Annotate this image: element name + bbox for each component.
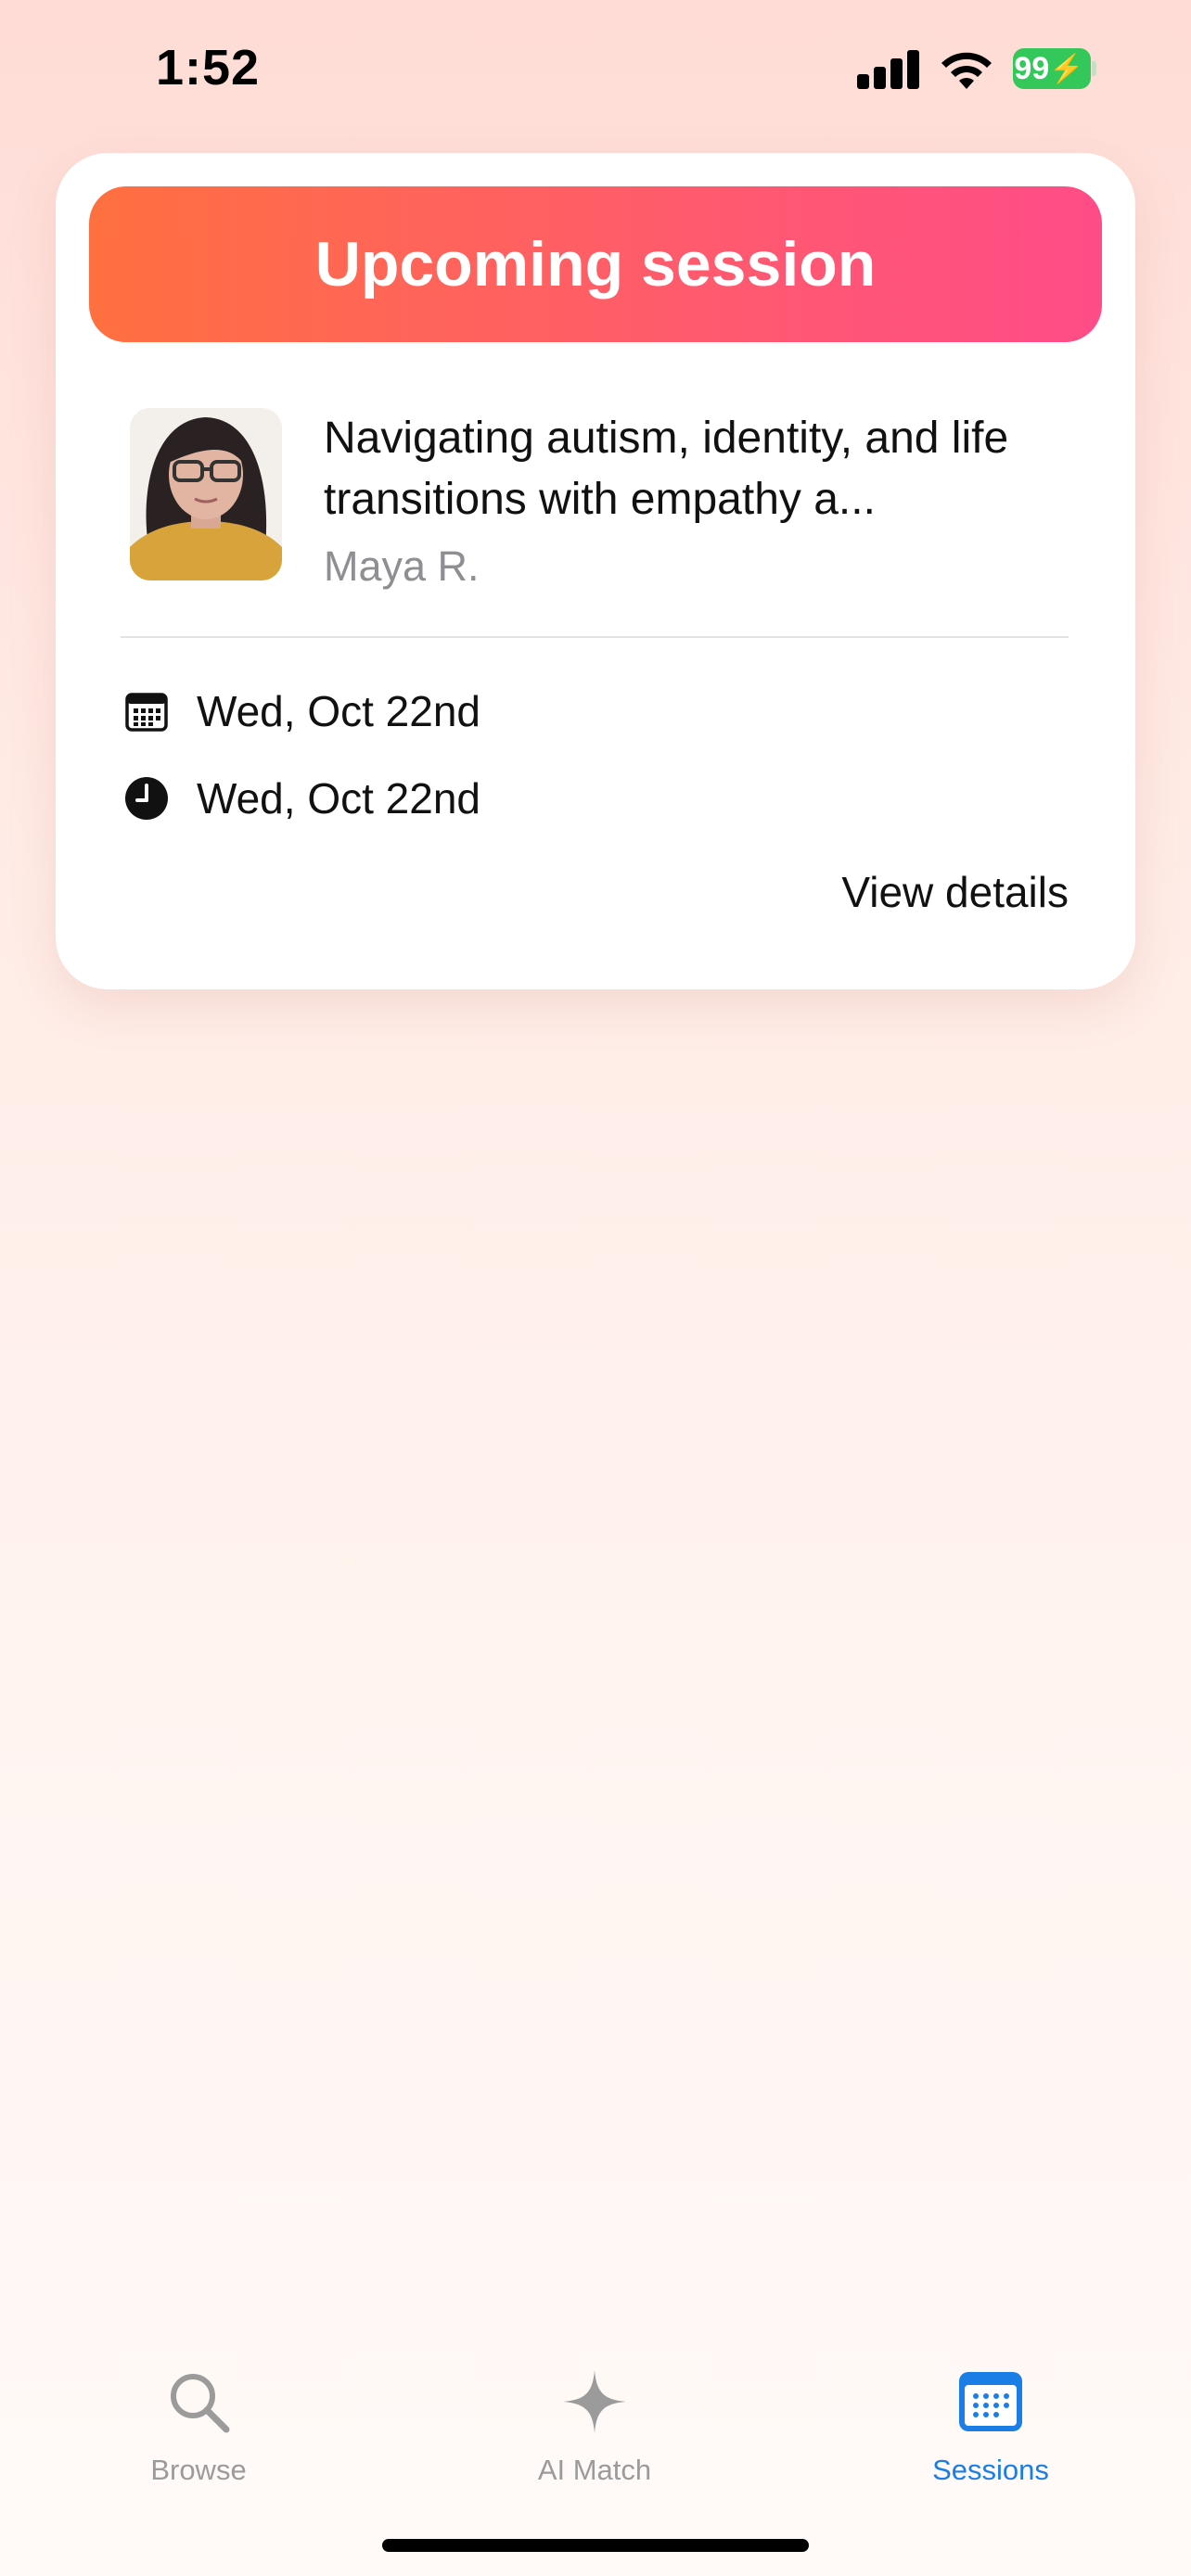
session-time: Wed, Oct 22nd — [197, 774, 480, 823]
search-icon — [161, 2365, 236, 2439]
tab-sessions[interactable]: Sessions — [870, 2365, 1111, 2487]
session-time-row: Wed, Oct 22nd — [124, 771, 480, 826]
tab-label-sessions: Sessions — [932, 2454, 1049, 2486]
home-indicator[interactable] — [382, 2539, 809, 2552]
battery-charging-icon: 99 ⚡ — [1013, 48, 1096, 89]
tab-ai-match[interactable]: AI Match — [474, 2365, 715, 2487]
calendar-icon — [954, 2365, 1028, 2439]
session-title: Navigating autism, identity, and life tr… — [324, 414, 1009, 524]
clock-icon — [124, 776, 169, 821]
calendar-icon — [124, 689, 169, 733]
view-details-link[interactable]: View details — [841, 867, 1069, 917]
tab-bar: Browse AI Match Sessions — [0, 2337, 1191, 2504]
signal-icon — [857, 48, 920, 89]
status-bar: 1:52 99 ⚡ — [0, 0, 1191, 139]
card-header-title: Upcoming session — [314, 229, 877, 300]
tab-label-ai-match: AI Match — [537, 2454, 652, 2486]
status-time: 1:52 — [156, 40, 261, 96]
tab-label-browse: Browse — [150, 2454, 247, 2486]
tab-browse[interactable]: Browse — [78, 2365, 319, 2487]
host-avatar — [130, 408, 282, 580]
host-name: Maya R. — [324, 542, 480, 590]
divider — [121, 636, 1069, 638]
wifi-icon — [937, 45, 996, 91]
sparkle-icon — [557, 2365, 632, 2439]
upcoming-session-card[interactable]: Upcoming session Navigating autism, iden… — [56, 153, 1135, 989]
card-header: Upcoming session — [89, 186, 1102, 342]
battery-level: 99 — [1014, 50, 1050, 86]
session-date: Wed, Oct 22nd — [197, 687, 480, 735]
session-date-row: Wed, Oct 22nd — [124, 683, 480, 739]
